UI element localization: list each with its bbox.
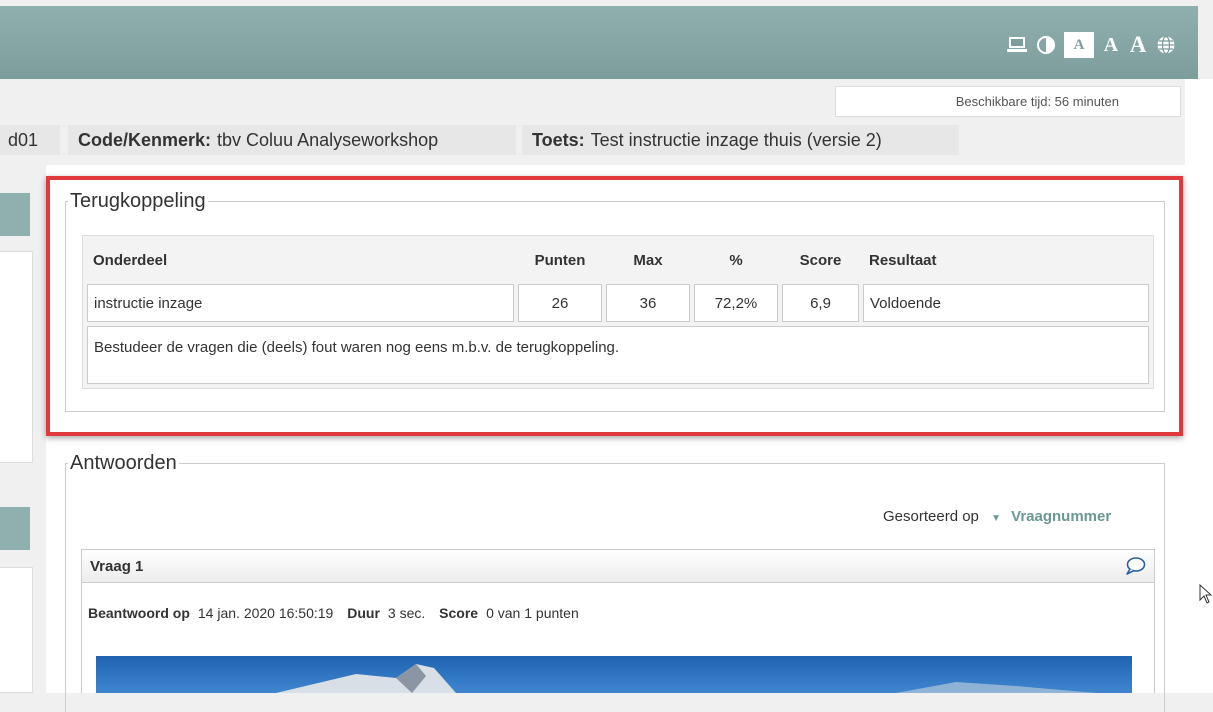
left-nav-button[interactable] — [0, 193, 30, 236]
tab-partial-text: d01 — [8, 129, 39, 150]
question-image — [96, 656, 1132, 693]
answered-value: 14 jan. 2020 16:50:19 — [197, 605, 334, 621]
tab-test: Toets: Test instructie inzage thuis (ver… — [522, 125, 959, 155]
duration-value: 3 sec. — [387, 605, 426, 621]
tab-code: Code/Kenmerk: tbv Coluu Analyseworkshop — [68, 125, 516, 155]
available-time-box: Beschikbare tijd: 56 minuten — [835, 86, 1181, 117]
laptop-icon[interactable] — [1006, 35, 1028, 55]
left-panel — [0, 251, 33, 463]
code-value: tbv Coluu Analyseworkshop — [217, 129, 439, 150]
test-value: Test instructie inzage thuis (versie 2) — [590, 129, 882, 150]
question-meta: Beantwoord op 14 jan. 2020 16:50:19 Duur 3… — [88, 605, 589, 621]
sort-field-link[interactable]: Vraagnummer — [1011, 508, 1111, 525]
top-bar: A A A — [0, 6, 1198, 79]
font-size-small-icon[interactable]: A — [1064, 32, 1094, 58]
sort-label: Gesorteerd op — [883, 508, 979, 525]
contrast-icon[interactable] — [1036, 35, 1056, 55]
score-label: Score — [439, 605, 479, 621]
left-panel-2 — [0, 567, 33, 693]
sort-control: Gesorteerd op ▼ Vraagnummer — [883, 508, 1111, 525]
comment-icon[interactable] — [1124, 556, 1146, 575]
tab-partial: d01 — [0, 125, 60, 155]
score-value: 0 van 1 punten — [486, 605, 579, 621]
test-label: Toets: — [532, 129, 585, 150]
duration-label: Duur — [347, 605, 380, 621]
question-title: Vraag 1 — [90, 557, 144, 575]
mouse-cursor-icon — [1199, 583, 1213, 611]
highlight-frame — [46, 176, 1183, 436]
code-label: Code/Kenmerk: — [78, 129, 212, 150]
chevron-down-icon[interactable]: ▼ — [991, 513, 1001, 524]
globe-icon[interactable] — [1156, 35, 1176, 55]
font-size-large-icon[interactable]: A — [1128, 32, 1148, 58]
accessibility-toolbar: A A A — [1006, 32, 1176, 58]
left-nav-button-2[interactable] — [0, 507, 30, 550]
font-size-medium-icon[interactable]: A — [1102, 34, 1120, 57]
answers-legend: Antwoorden — [70, 452, 177, 474]
answered-label: Beantwoord op — [88, 605, 190, 621]
question-header: Vraag 1 — [81, 549, 1155, 583]
